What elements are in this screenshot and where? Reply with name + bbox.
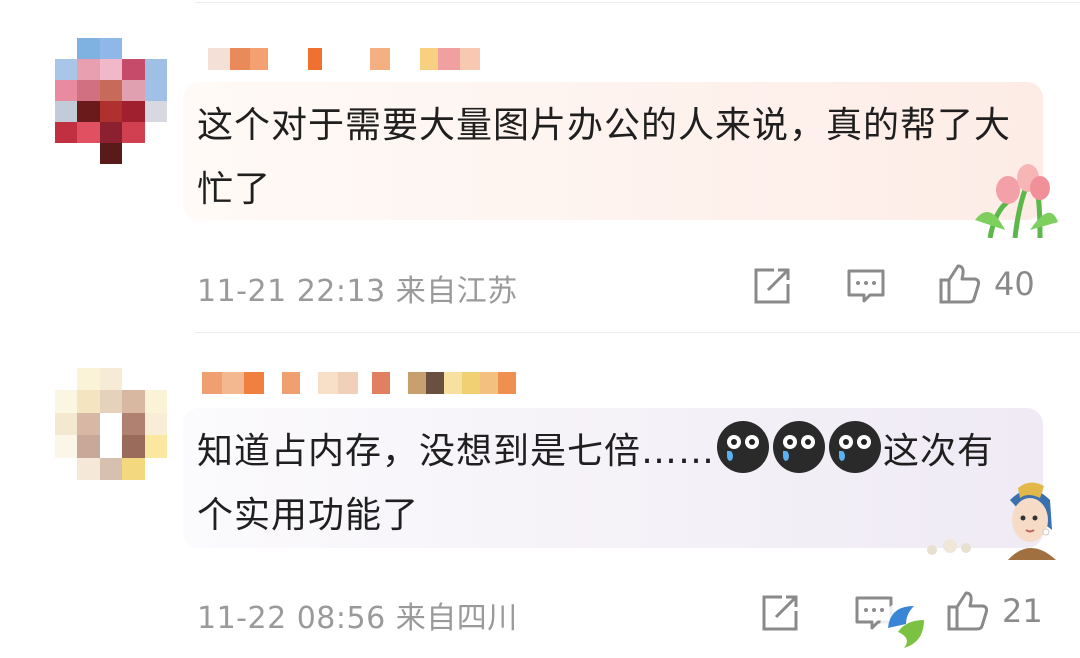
- comment-icon: [847, 269, 885, 303]
- username-blurred[interactable]: [202, 372, 516, 394]
- thumbs-up-icon: [947, 591, 989, 631]
- comment-bubble: 这个对于需要大量图片办公的人来说，真的帮了大忙了: [183, 82, 1043, 220]
- like-button[interactable]: 21: [946, 589, 1043, 633]
- share-button[interactable]: [760, 593, 800, 633]
- username-blurred[interactable]: [208, 48, 480, 70]
- avatar[interactable]: [55, 38, 167, 164]
- like-button[interactable]: 40: [938, 262, 1035, 306]
- crying-face-emoji-icon: [773, 421, 826, 473]
- comment-text: 知道占内存，没想到是七倍……: [197, 431, 716, 472]
- comment-timestamp-location: 11-22 08:56 来自四川: [197, 601, 518, 636]
- comment-text: 这个对于需要大量图片办公的人来说，真的帮了大忙了: [197, 105, 1012, 210]
- comment-timestamp-location: 11-21 22:13 来自江苏: [197, 274, 518, 309]
- comment-bubble: 知道占内存，没想到是七倍…… 这次有个实用功能了: [183, 408, 1043, 548]
- comment-button[interactable]: [846, 266, 886, 306]
- thumbs-up-icon: [939, 264, 981, 304]
- crying-face-emoji-icon: [829, 421, 882, 473]
- crying-face-emoji-icon: [717, 421, 770, 473]
- watermark-logo-icon: [880, 601, 932, 653]
- top-divider: [195, 2, 1080, 3]
- avatar[interactable]: [55, 368, 167, 480]
- share-icon: [754, 268, 790, 304]
- like-count: 21: [1002, 592, 1043, 630]
- like-count: 40: [994, 265, 1035, 303]
- share-icon: [762, 595, 798, 631]
- tulip-sticker-icon: [975, 164, 1058, 238]
- comment-text-wrapper: 知道占内存，没想到是七倍…… 这次有个实用功能了: [197, 420, 1017, 548]
- girl-with-pearl-earring-sticker-icon: [927, 482, 1056, 560]
- share-button[interactable]: [752, 266, 792, 306]
- comment-divider: [195, 332, 1080, 333]
